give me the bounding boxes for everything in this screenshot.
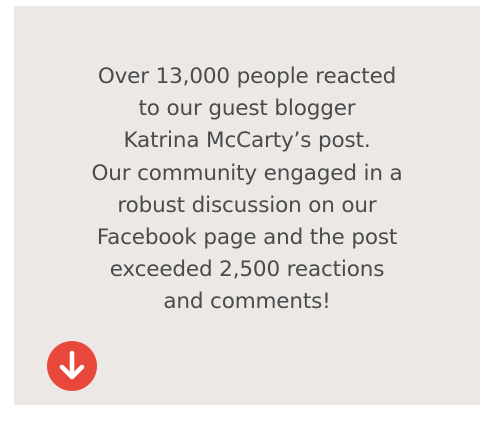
message-line: to our guest blogger — [138, 96, 356, 122]
message-line: Over 13,000 people reacted — [97, 64, 397, 89]
message-line: and comments! — [163, 289, 331, 315]
scroll-down-button[interactable] — [47, 341, 97, 391]
info-card: Over 13,000 people reacted to our guest … — [14, 6, 480, 405]
card-message: Over 13,000 people reacted to our guest … — [14, 61, 480, 319]
message-line: Facebook page and the post — [96, 225, 398, 251]
arrow-down-icon — [47, 341, 97, 391]
message-line: Our community engaged in a — [91, 160, 403, 186]
message-line: Katrina McCarty’s post. — [123, 128, 371, 154]
message-line: robust discussion on our — [117, 192, 377, 218]
message-line: exceeded 2,500 reactions — [109, 257, 385, 283]
